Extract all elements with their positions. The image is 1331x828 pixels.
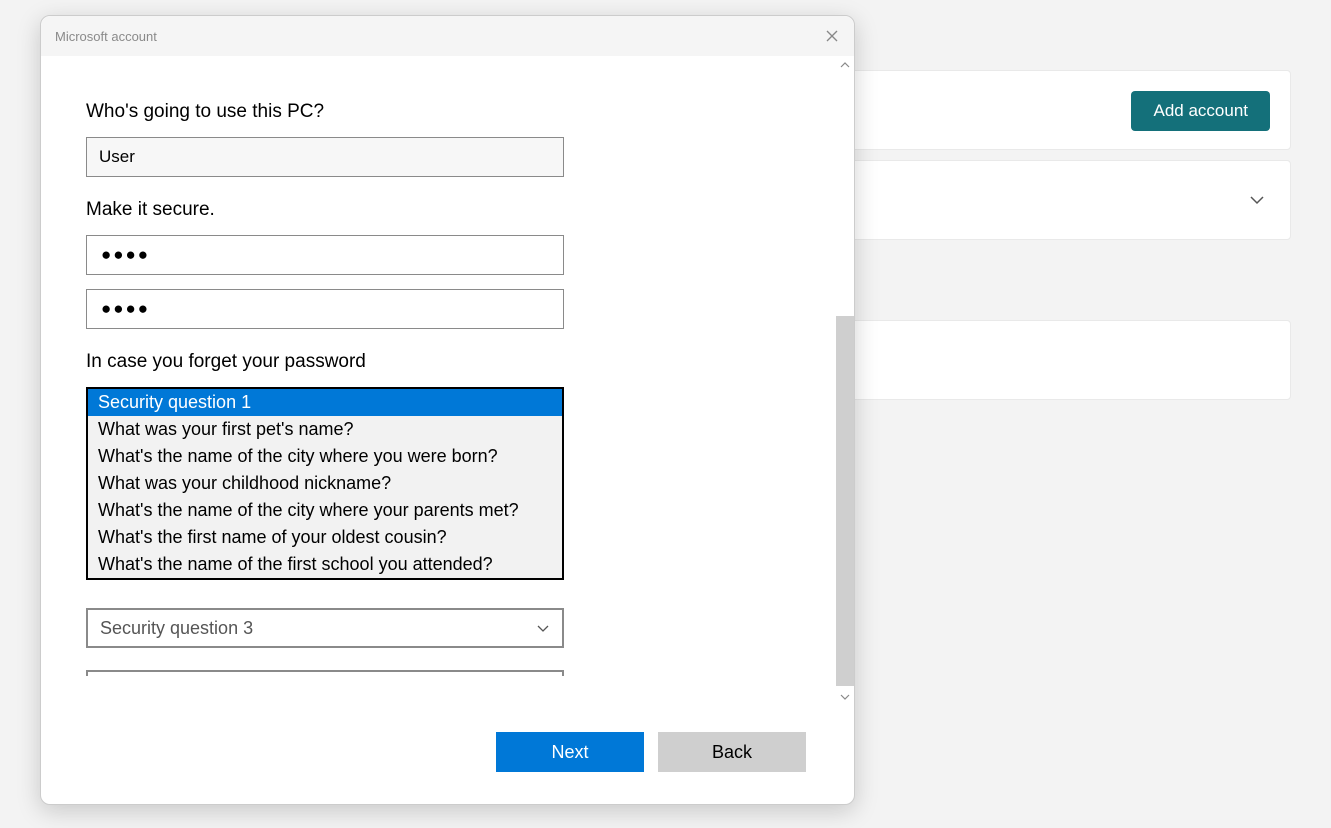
- button-row: Next Back: [41, 732, 854, 774]
- password-input[interactable]: ●●●●: [86, 235, 564, 275]
- dropdown-option[interactable]: What's the name of the city where your p…: [88, 497, 562, 524]
- answer-3-input-partial[interactable]: [86, 670, 564, 676]
- confirm-password-input[interactable]: ●●●●: [86, 289, 564, 329]
- microsoft-account-dialog: Microsoft account Who's going to use thi…: [40, 15, 855, 805]
- next-button[interactable]: Next: [496, 732, 644, 772]
- dropdown-option[interactable]: What's the name of the city where you we…: [88, 443, 562, 470]
- label-secure: Make it secure.: [86, 199, 838, 221]
- dialog-titlebar: Microsoft account: [41, 16, 854, 56]
- dropdown-option[interactable]: What was your childhood nickname?: [88, 470, 562, 497]
- form-area: Who's going to use this PC? Make it secu…: [41, 56, 838, 706]
- scroll-down-arrow-icon[interactable]: [839, 690, 851, 704]
- chevron-down-icon: [536, 622, 550, 636]
- label-forget: In case you forget your password: [86, 351, 838, 373]
- username-input[interactable]: [86, 137, 564, 177]
- close-icon: [826, 30, 838, 42]
- add-account-button[interactable]: Add account: [1131, 91, 1270, 131]
- scrollbar[interactable]: [836, 56, 854, 706]
- label-username: Who's going to use this PC?: [86, 101, 838, 123]
- security-question-1-dropdown-open[interactable]: Security question 1 What was your first …: [86, 387, 564, 580]
- security-question-3-select[interactable]: Security question 3: [86, 608, 564, 648]
- scroll-up-arrow-icon[interactable]: [839, 58, 851, 72]
- dropdown-option[interactable]: What was your first pet's name?: [88, 416, 562, 443]
- chevron-down-icon: [1248, 191, 1266, 209]
- scroll-thumb[interactable]: [836, 316, 854, 686]
- dialog-title: Microsoft account: [55, 29, 157, 44]
- dropdown-option[interactable]: What's the first name of your oldest cou…: [88, 524, 562, 551]
- dropdown-option-selected[interactable]: Security question 1: [88, 389, 562, 416]
- close-button[interactable]: [820, 24, 844, 48]
- dialog-content: Who's going to use this PC? Make it secu…: [41, 56, 854, 706]
- dropdown-option[interactable]: What's the name of the first school you …: [88, 551, 562, 578]
- select-label: Security question 3: [100, 618, 550, 639]
- back-button[interactable]: Back: [658, 732, 806, 772]
